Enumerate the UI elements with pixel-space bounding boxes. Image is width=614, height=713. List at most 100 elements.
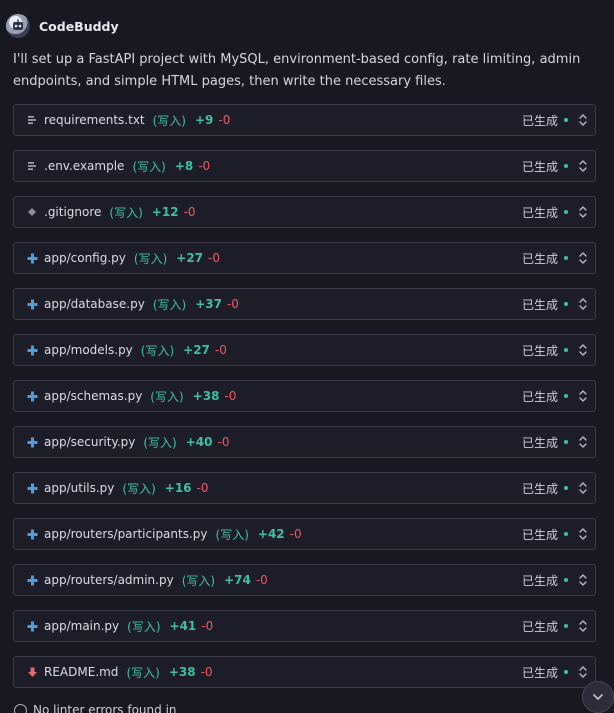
lines-removed: -0	[255, 573, 268, 587]
file-name[interactable]: .env.example	[44, 159, 124, 173]
file-name[interactable]: app/routers/admin.py	[44, 573, 174, 587]
python-file-icon	[25, 251, 39, 265]
file-status: 已生成	[522, 611, 568, 641]
file-change-row[interactable]: README.md (写入) +38 -0 已生成	[13, 656, 596, 688]
expand-collapse-icon[interactable]	[576, 251, 590, 265]
file-change-row[interactable]: app/database.py (写入) +37 -0 已生成	[13, 288, 596, 320]
status-dot	[564, 670, 568, 674]
expand-collapse-icon[interactable]	[576, 159, 590, 173]
file-status: 已生成	[522, 197, 568, 227]
status-dot	[564, 624, 568, 628]
assistant-message: I'll set up a FastAPI project with MySQL…	[13, 52, 581, 89]
file-status-text: 已生成	[521, 251, 558, 266]
git-diamond-icon	[25, 205, 39, 219]
python-file-icon	[25, 389, 39, 403]
status-dot	[564, 302, 568, 306]
file-change-row[interactable]: app/routers/admin.py (写入) +74 -0 已生成	[13, 564, 596, 596]
file-status-text: 已生成	[521, 665, 558, 680]
file-name[interactable]: requirements.txt	[44, 113, 145, 127]
codebuddy-panel: CodeBuddy I'll set up a FastAPI project …	[0, 0, 614, 713]
file-name[interactable]: app/security.py	[44, 435, 135, 449]
file-status-text: 已生成	[521, 389, 558, 404]
file-action: (写入)	[127, 619, 161, 634]
file-status: 已生成	[522, 657, 568, 687]
file-status: 已生成	[522, 151, 568, 181]
file-status-text: 已生成	[521, 159, 558, 174]
file-name[interactable]: app/database.py	[44, 297, 145, 311]
status-dot	[564, 532, 568, 536]
file-change-row[interactable]: app/config.py (写入) +27 -0 已生成	[13, 242, 596, 274]
expand-collapse-icon[interactable]	[576, 665, 590, 679]
lines-removed: -0	[226, 297, 239, 311]
file-status: 已生成	[522, 243, 568, 273]
status-dot	[564, 210, 568, 214]
expand-collapse-icon[interactable]	[576, 389, 590, 403]
file-name[interactable]: app/routers/participants.py	[44, 527, 208, 541]
python-file-icon	[25, 527, 39, 541]
file-action: (写入)	[150, 389, 184, 404]
file-change-row[interactable]: requirements.txt (写入) +9 -0 已生成	[13, 104, 596, 136]
file-action: (写入)	[132, 159, 166, 174]
file-action: (写入)	[143, 435, 177, 450]
status-dot	[564, 578, 568, 582]
file-status: 已生成	[522, 289, 568, 319]
file-name[interactable]: app/utils.py	[44, 481, 114, 495]
lines-added: +40	[185, 435, 213, 449]
file-name[interactable]: app/main.py	[44, 619, 119, 633]
lines-added: +38	[168, 665, 196, 679]
file-name[interactable]: .gitignore	[44, 205, 101, 219]
file-change-list: requirements.txt (写入) +9 -0 已生成 .env.example (…	[13, 104, 596, 702]
file-status-text: 已生成	[521, 343, 558, 358]
python-file-icon	[25, 435, 39, 449]
file-status-text: 已生成	[521, 205, 558, 220]
python-file-icon	[25, 619, 39, 633]
expand-collapse-icon[interactable]	[576, 205, 590, 219]
expand-collapse-icon[interactable]	[576, 435, 590, 449]
assistant-name: CodeBuddy	[39, 18, 119, 34]
scroll-to-bottom-button[interactable]	[582, 681, 614, 713]
lines-added: +12	[151, 205, 179, 219]
expand-collapse-icon[interactable]	[576, 619, 590, 633]
file-status: 已生成	[522, 473, 568, 503]
lines-removed: -0	[201, 619, 214, 633]
file-name[interactable]: README.md	[44, 665, 118, 679]
file-status-text: 已生成	[521, 573, 558, 588]
file-name[interactable]: app/config.py	[44, 251, 126, 265]
file-change-row[interactable]: app/utils.py (写入) +16 -0 已生成	[13, 472, 596, 504]
file-change-row[interactable]: .env.example (写入) +8 -0 已生成	[13, 150, 596, 182]
file-action: (写入)	[152, 297, 187, 312]
expand-collapse-icon[interactable]	[576, 527, 590, 541]
file-change-row[interactable]: app/main.py (写入) +41 -0 已生成	[13, 610, 596, 642]
file-change-row[interactable]: app/routers/participants.py (写入) +42 -0 已生成	[13, 518, 596, 550]
text-file-icon	[25, 159, 39, 173]
lines-added: +74	[224, 573, 251, 587]
expand-collapse-icon[interactable]	[576, 113, 590, 127]
file-change-row[interactable]: app/schemas.py (写入) +38 -0 已生成	[13, 380, 596, 412]
lines-removed: -0	[198, 159, 211, 173]
file-action: (写入)	[215, 527, 249, 542]
lines-removed: -0	[217, 435, 230, 449]
markdown-download-icon	[25, 665, 39, 679]
expand-collapse-icon[interactable]	[576, 297, 590, 311]
lines-added: +27	[176, 251, 204, 265]
file-name[interactable]: app/schemas.py	[44, 389, 142, 403]
python-file-icon	[25, 297, 39, 311]
file-change-row[interactable]: .gitignore (写入) +12 -0 已生成	[13, 196, 596, 228]
lines-removed: -0	[196, 481, 209, 495]
status-dot	[564, 486, 568, 490]
file-status-text: 已生成	[521, 113, 558, 128]
file-status-text: 已生成	[521, 435, 558, 450]
text-file-icon	[25, 113, 39, 127]
lines-added: +27	[183, 343, 210, 357]
expand-collapse-icon[interactable]	[576, 573, 590, 587]
file-name[interactable]: app/models.py	[44, 343, 133, 357]
file-status: 已生成	[522, 105, 568, 135]
check-circle-icon	[14, 703, 27, 713]
file-status-text: 已生成	[521, 619, 558, 634]
codebuddy-avatar	[6, 14, 30, 38]
expand-collapse-icon[interactable]	[576, 481, 590, 495]
file-change-row[interactable]: app/security.py (写入) +40 -0 已生成	[13, 426, 596, 458]
lines-added: +42	[257, 527, 285, 541]
expand-collapse-icon[interactable]	[576, 343, 590, 357]
file-change-row[interactable]: app/models.py (写入) +27 -0 已生成	[13, 334, 596, 366]
